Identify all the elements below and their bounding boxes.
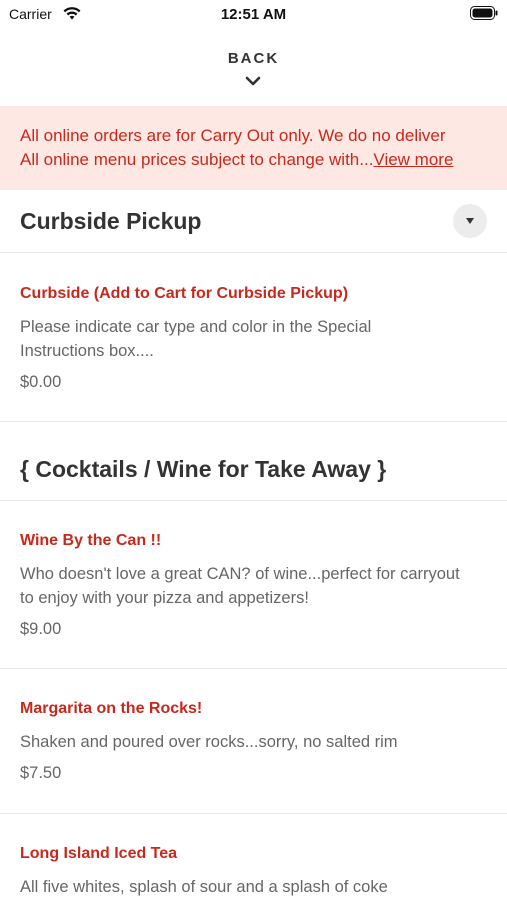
section-title: { Cocktails / Wine for Take Away } — [20, 456, 387, 482]
item-name: Margarita on the Rocks! — [20, 700, 203, 717]
battery-icon — [470, 6, 498, 20]
chevron-down-icon — [245, 76, 261, 86]
menu-item[interactable]: Curbside (Add to Cart for Curbside Picku… — [0, 253, 507, 422]
item-description: Shaken and poured over rocks...sorry, no… — [20, 733, 398, 751]
menu-item[interactable]: Long Island Iced Tea All five whites, sp… — [0, 814, 507, 900]
item-description: All five whites, splash of sour and a sp… — [20, 878, 388, 896]
status-bar: Carrier 12:51 AM — [0, 0, 507, 30]
section-header-cocktails: { Cocktails / Wine for Take Away } — [0, 422, 507, 501]
notice-line-2: All online menu prices subject to change… — [20, 150, 453, 170]
back-button[interactable]: BACK — [0, 46, 507, 92]
item-description: Who doesn't love a great CAN? of wine...… — [20, 565, 460, 607]
back-label: BACK — [227, 50, 280, 67]
item-price: $7.50 — [20, 764, 62, 782]
menu-item[interactable]: Wine By the Can !! Who doesn't love a gr… — [0, 501, 507, 669]
notice-banner: All online orders are for Carry Out only… — [0, 106, 507, 190]
view-more-link[interactable]: View more — [373, 150, 453, 169]
status-time: 12:51 AM — [220, 6, 287, 23]
notice-line-1: All online orders are for Carry Out only… — [20, 126, 446, 145]
caret-down-icon — [466, 218, 474, 224]
menu-item[interactable]: Margarita on the Rocks! Shaken and poure… — [0, 669, 507, 814]
item-name: Wine By the Can !! — [20, 532, 162, 549]
item-price: $0.00 — [20, 373, 62, 391]
item-description: Please indicate car type and color in th… — [20, 318, 372, 360]
item-price: $9.00 — [20, 620, 62, 638]
item-name: Curbside (Add to Cart for Curbside Picku… — [20, 285, 349, 302]
item-name: Long Island Iced Tea — [20, 845, 178, 862]
section-title: Curbside Pickup — [20, 208, 202, 234]
section-collapse-button[interactable] — [453, 204, 487, 238]
section-header-curbside: Curbside Pickup — [0, 190, 507, 253]
notice-line-2-text: All online menu prices subject to change… — [20, 150, 374, 169]
